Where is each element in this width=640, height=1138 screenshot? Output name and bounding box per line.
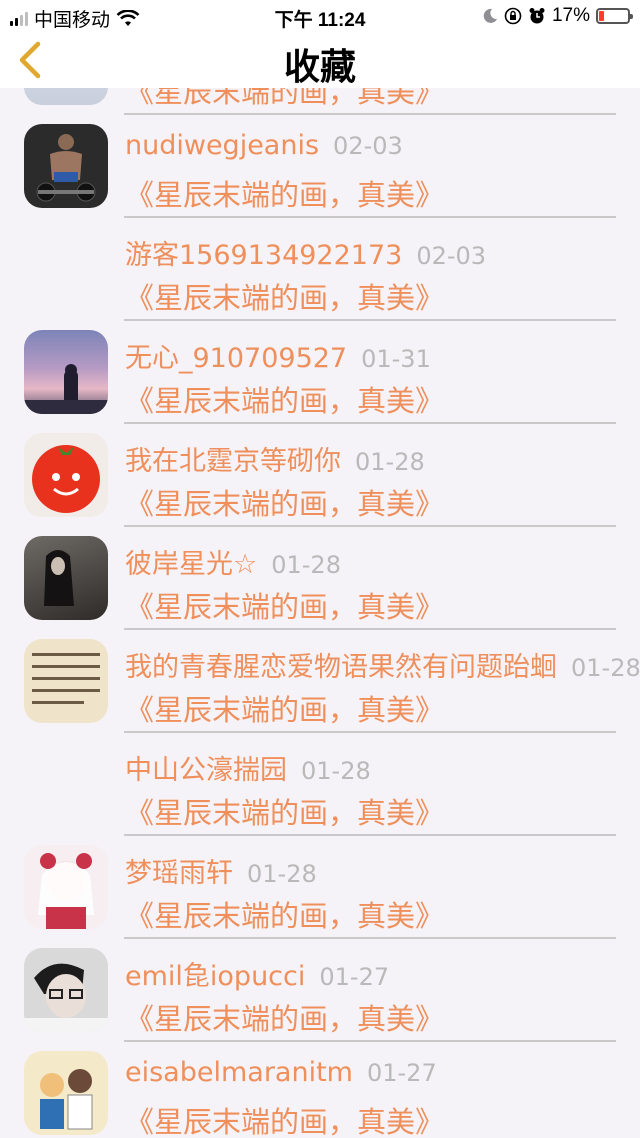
avatar [24, 948, 108, 1032]
date: 01-28 [271, 551, 341, 579]
user-name-line: 彼岸星光☆ 01-28 [125, 542, 341, 581]
rotation-lock-icon [504, 7, 522, 25]
user-name: 中山公濠揣园 [125, 755, 287, 786]
user-name: eisabelmaranitm [125, 1057, 353, 1088]
avatar [24, 330, 108, 414]
user-name: 梦瑶雨轩 [125, 858, 233, 889]
user-name-line: nudiwegjeanis 02-03 [125, 130, 403, 161]
user-name-line: emil㲋iopucci 01-27 [125, 954, 389, 993]
favorite-title: 《星辰末端的画，真美》 [125, 693, 445, 727]
avatar [24, 639, 108, 723]
favorite-title: 《星辰末端的画，真美》 [125, 590, 445, 624]
favorite-title: 《星辰末端的画，真美》 [125, 487, 445, 521]
battery-icon [596, 8, 633, 24]
moon-icon [483, 8, 497, 23]
status-bar: 中国移动 下午 11:24 17% [0, 0, 640, 32]
user-name: nudiwegjeanis [125, 130, 320, 161]
favorite-title: 《星辰末端的画，真美》 [125, 281, 445, 315]
status-right: 17% [482, 5, 633, 27]
date: 01-28 [355, 448, 425, 476]
list-item[interactable]: 梦瑶雨轩 01-28 《星辰末端的画，真美》 [0, 836, 640, 939]
favorite-title: 《星辰末端的画，真美》 [125, 1105, 445, 1138]
favorite-title: 《星辰末端的画，真美》 [125, 178, 445, 212]
avatar [24, 88, 108, 105]
user-name-line: eisabelmaranitm 01-27 [125, 1057, 437, 1088]
list-item[interactable]: nudiwegjeanis 02-03 《星辰末端的画，真美》 [0, 115, 640, 218]
user-name: 我在北霆京等砌你 [125, 446, 341, 477]
avatar [24, 536, 108, 620]
list-item[interactable]: emil㲋iopucci 01-27 《星辰末端的画，真美》 [0, 939, 640, 1042]
favorite-title: 《星辰末端的画，真美》 [125, 899, 445, 933]
user-name: 无心_910709527 [125, 343, 348, 374]
user-name-line: 梦瑶雨轩 01-28 [125, 851, 317, 890]
favorite-title: 《星辰末端的画，真美》 [125, 796, 445, 830]
list-item[interactable]: 《星辰末端的画，真美》 [0, 88, 640, 115]
date: 02-03 [416, 242, 487, 270]
list-item[interactable]: eisabelmaranitm 01-27 《星辰末端的画，真美》 [0, 1042, 640, 1138]
avatar [24, 1051, 108, 1135]
date: 01-28 [247, 860, 317, 888]
list-item[interactable]: 中山公濠揣园 01-28 《星辰末端的画，真美》 [0, 733, 640, 836]
user-name: 游客1569134922173 [125, 240, 403, 271]
page-title: 收藏 [283, 47, 356, 88]
list-item[interactable]: 我的青春腥恋爱物语果然有问题跆蛔 01-28 《星辰末端的画，真美》 [0, 630, 640, 733]
favorite-title: 《星辰末端的画，真美》 [125, 88, 445, 109]
avatar [24, 433, 108, 517]
list-item[interactable]: 彼岸星光☆ 01-28 《星辰末端的画，真美》 [0, 527, 640, 630]
battery-percent: 17% [551, 5, 590, 26]
user-name: 我的青春腥恋爱物语果然有问题跆蛔 [125, 652, 557, 683]
avatar [24, 124, 108, 208]
date: 02-03 [333, 132, 403, 160]
user-name-line: 游客1569134922173 02-03 [125, 233, 486, 272]
list-item[interactable]: 我在北霆京等砌你 01-28 《星辰末端的画，真美》 [0, 424, 640, 527]
user-name-line: 无心_910709527 01-31 [125, 336, 431, 375]
avatar [24, 845, 108, 929]
nav-bar: 收藏 [0, 32, 640, 88]
user-name-line: 中山公濠揣园 01-28 [125, 748, 371, 787]
favorites-list[interactable]: 《星辰末端的画，真美》 nudiwegjeanis 02-03 《星辰末端的画，真… [0, 88, 640, 1138]
list-item[interactable]: 无心_910709527 01-31 《星辰末端的画，真美》 [0, 321, 640, 424]
date: 01-28 [571, 654, 640, 682]
list-item[interactable]: 游客1569134922173 02-03 《星辰末端的画，真美》 [0, 218, 640, 321]
user-name-line: 我在北霆京等砌你 01-28 [125, 439, 425, 478]
alarm-icon [529, 8, 545, 24]
user-name: 彼岸星光☆ [125, 549, 258, 580]
user-name-line: 我的青春腥恋爱物语果然有问题跆蛔 01-28 [125, 645, 640, 684]
date: 01-31 [361, 345, 431, 373]
user-name: emil㲋iopucci [125, 961, 306, 992]
favorite-title: 《星辰末端的画，真美》 [125, 384, 445, 418]
date: 01-28 [301, 757, 371, 785]
date: 01-27 [319, 963, 390, 991]
favorite-title: 《星辰末端的画，真美》 [125, 1002, 445, 1036]
date: 01-27 [366, 1059, 437, 1087]
